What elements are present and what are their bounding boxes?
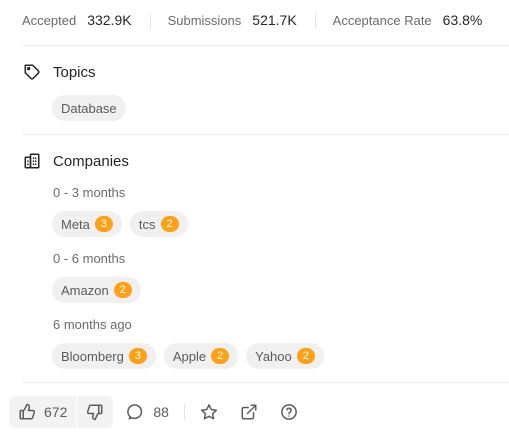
company-count-badge: 2: [211, 348, 230, 364]
section-divider: [22, 134, 509, 135]
acceptance-rate-value: 63.8%: [442, 12, 483, 28]
company-tag-apple[interactable]: Apple 2: [163, 343, 239, 369]
topics-title: Topics: [53, 63, 96, 81]
company-name: Meta: [61, 216, 90, 232]
company-group-6-months-ago: Bloomberg 3 Apple 2 Yahoo 2: [52, 343, 332, 369]
topic-tags: Database: [52, 95, 134, 121]
thumbs-up-icon: [18, 403, 36, 421]
submissions-stat: Submissions 521.7K: [168, 12, 297, 28]
submissions-label: Submissions: [167, 12, 242, 28]
stats-bar: Accepted 332.9K Submissions 521.7K Accep…: [22, 11, 482, 29]
companies-header[interactable]: Companies: [23, 152, 129, 170]
accepted-stat: Accepted 332.9K: [22, 12, 132, 28]
company-group-0-6-months: Amazon 2: [52, 277, 149, 303]
company-name: Apple: [172, 348, 207, 364]
topic-tag[interactable]: Database: [52, 95, 126, 121]
company-group-label: 6 months ago: [53, 317, 132, 332]
share-button[interactable]: [232, 396, 266, 428]
company-tag-yahoo[interactable]: Yahoo 2: [246, 343, 324, 369]
company-name: Bloomberg: [61, 348, 124, 364]
star-icon: [200, 403, 218, 421]
company-count-badge: 2: [160, 216, 179, 232]
footer-divider: [183, 404, 185, 420]
comments-button[interactable]: 88: [119, 396, 177, 428]
company-tag-meta[interactable]: Meta 3: [52, 211, 122, 237]
company-group-0-3-months: Meta 3 tcs 2: [52, 211, 196, 237]
company-tag-tcs[interactable]: tcs 2: [129, 211, 188, 237]
tag-icon: [23, 63, 41, 81]
company-count-badge: 2: [113, 282, 132, 298]
company-count-badge: 3: [94, 216, 113, 232]
companies-title: Companies: [53, 152, 129, 170]
help-button[interactable]: [272, 396, 306, 428]
downvote-button[interactable]: [77, 396, 113, 428]
acceptance-rate-stat: Acceptance Rate 63.8%: [333, 12, 483, 28]
comment-icon: [127, 403, 145, 421]
section-divider: [22, 45, 509, 46]
accepted-value: 332.9K: [87, 12, 132, 28]
company-tag-amazon[interactable]: Amazon 2: [52, 277, 141, 303]
section-divider: [22, 382, 509, 383]
share-icon: [240, 403, 258, 421]
upvote-count: 672: [44, 404, 68, 420]
company-name: Yahoo: [255, 348, 292, 364]
building-icon: [23, 152, 41, 170]
stat-divider: [149, 12, 151, 28]
thumbs-down-icon: [86, 403, 104, 421]
company-name: tcs: [138, 216, 156, 232]
topics-header[interactable]: Topics: [23, 63, 96, 81]
company-tag-bloomberg[interactable]: Bloomberg 3: [52, 343, 156, 369]
help-icon: [280, 403, 298, 421]
submissions-value: 521.7K: [252, 12, 297, 28]
company-count-badge: 2: [296, 348, 315, 364]
company-count-badge: 3: [128, 348, 147, 364]
stat-divider: [314, 12, 316, 28]
favorite-button[interactable]: [192, 396, 226, 428]
acceptance-rate-label: Acceptance Rate: [332, 12, 432, 28]
company-group-label: 0 - 6 months: [53, 251, 126, 266]
upvote-button[interactable]: 672: [9, 396, 76, 428]
action-bar: 672 88: [9, 396, 306, 428]
accepted-label: Accepted: [22, 12, 77, 28]
company-group-label: 0 - 3 months: [53, 185, 126, 200]
company-name: Amazon: [61, 282, 109, 298]
comment-count: 88: [153, 404, 169, 420]
topic-tag-label: Database: [61, 100, 117, 116]
vote-group: 672: [9, 396, 114, 428]
